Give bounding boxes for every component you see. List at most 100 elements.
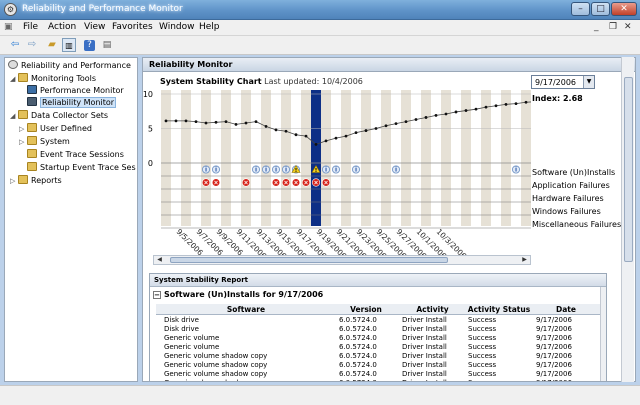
day-column[interactable] (191, 90, 201, 226)
day-column[interactable] (521, 90, 531, 226)
table-cell: Success (468, 361, 497, 369)
mdi-close-button[interactable]: ✕ (624, 22, 632, 32)
properties-icon[interactable]: ▤ (100, 38, 114, 52)
collapse-arrow-icon[interactable]: ◢ (10, 112, 18, 120)
col-activity[interactable]: Activity (401, 305, 464, 314)
collapse-arrow-icon[interactable]: ◢ (10, 75, 18, 83)
day-column[interactable] (491, 90, 501, 226)
col-software[interactable]: Software (156, 305, 336, 314)
day-column[interactable] (231, 90, 241, 226)
stability-chart[interactable]: 1050 iiiiiiiiiiii!!××××××××× 9/5/20069/7… (143, 90, 531, 255)
day-column[interactable] (221, 90, 231, 226)
expand-arrow-icon[interactable]: ▷ (19, 125, 27, 133)
install-info-glyph: i (285, 167, 287, 174)
day-column[interactable] (321, 90, 331, 226)
table-row[interactable]: Disk drive 6.0.5724.0 Driver Install Succes… (156, 325, 602, 334)
table-row[interactable]: Generic volume shadow copy 6.0.5724.0 Driv… (156, 352, 602, 361)
table-row[interactable]: Generic volume shadow copy 6.0.5724.0 Driv… (156, 361, 602, 370)
panel-vertical-scrollbar[interactable] (621, 57, 634, 382)
menu-file[interactable]: File (23, 22, 38, 32)
up-folder-icon[interactable]: ▰ (45, 38, 59, 52)
day-column[interactable] (481, 90, 491, 226)
data-point (374, 127, 378, 130)
day-column[interactable] (341, 90, 351, 226)
menu-view[interactable]: View (84, 22, 105, 32)
tree-item-system[interactable]: ▷ System (19, 136, 70, 146)
scroll-right-icon[interactable]: ▶ (520, 256, 529, 264)
install-info-glyph: i (205, 167, 207, 174)
data-point (234, 122, 238, 126)
system-menu-icon[interactable]: ▣ (4, 22, 13, 32)
chevron-down-icon[interactable]: ▼ (583, 76, 594, 88)
tree-item-performance-monitor[interactable]: Performance Monitor (27, 85, 124, 95)
menu-favorites[interactable]: Favorites (112, 22, 153, 32)
menu-help[interactable]: Help (199, 22, 220, 32)
tree-item-reliability-monitor[interactable]: Reliability Monitor (27, 97, 117, 108)
mdi-restore-button[interactable]: ❐ (609, 22, 617, 32)
day-column[interactable] (301, 90, 311, 226)
col-version[interactable]: Version (336, 305, 396, 314)
day-column[interactable] (381, 90, 391, 226)
expand-arrow-icon[interactable]: ▷ (10, 177, 18, 185)
tree-item-monitoring-tools[interactable]: ◢ Monitoring Tools (10, 73, 96, 83)
day-column[interactable] (241, 90, 251, 226)
day-column[interactable] (501, 90, 511, 226)
tree-item-data-collector-sets[interactable]: ◢ Data Collector Sets (10, 110, 108, 120)
menu-action[interactable]: Action (48, 22, 76, 32)
scroll-left-icon[interactable]: ◀ (155, 256, 164, 264)
day-column[interactable] (441, 90, 451, 226)
day-column[interactable] (281, 90, 291, 226)
tree-item-reports[interactable]: ▷ Reports (10, 175, 62, 185)
menu-window[interactable]: Window (159, 22, 195, 32)
day-column[interactable] (251, 90, 261, 226)
date-dropdown[interactable]: 9/17/2006 ▼ (531, 75, 595, 89)
forward-arrow-icon[interactable]: ⇨ (25, 38, 39, 52)
minimize-button[interactable]: – (571, 2, 590, 16)
day-column[interactable] (351, 90, 361, 226)
day-column[interactable] (401, 90, 411, 226)
selected-day-column[interactable] (311, 90, 321, 226)
mdi-minimize-button[interactable]: _ (594, 22, 599, 32)
help-icon[interactable]: ? (84, 40, 95, 51)
day-column[interactable] (421, 90, 431, 226)
tree-item-root[interactable]: Reliability and Performance (8, 60, 131, 70)
show-hide-tree-icon[interactable]: ▥ (62, 38, 76, 52)
report-section-header[interactable]: − Software (Un)Installs for 9/17/2006 (150, 289, 606, 302)
day-column[interactable] (511, 90, 521, 226)
col-activity-status[interactable]: Activity Status (464, 305, 534, 314)
navigation-tree: Reliability and Performance ◢ Monitoring … (4, 57, 138, 382)
day-column[interactable] (451, 90, 461, 226)
report-vertical-scrollbar[interactable] (600, 287, 606, 381)
day-column[interactable] (291, 90, 301, 226)
day-column[interactable] (271, 90, 281, 226)
day-column[interactable] (201, 90, 211, 226)
day-column[interactable] (361, 90, 371, 226)
day-column[interactable] (331, 90, 341, 226)
scrollbar-thumb[interactable] (624, 77, 633, 262)
day-column[interactable] (171, 90, 181, 226)
tree-item-event-trace-sessions[interactable]: Event Trace Sessions (27, 149, 124, 159)
tree-item-startup-event-trace[interactable]: Startup Event Trace Ses (27, 162, 136, 172)
chart-horizontal-scrollbar[interactable]: ◀ ▶ (153, 255, 531, 265)
day-column[interactable] (371, 90, 381, 226)
scrollbar-thumb[interactable] (170, 257, 448, 263)
maximize-button[interactable]: □ (591, 2, 610, 16)
close-button[interactable]: ✕ (611, 2, 637, 16)
day-column[interactable] (181, 90, 191, 226)
day-column[interactable] (391, 90, 401, 226)
day-column[interactable] (261, 90, 271, 226)
back-arrow-icon[interactable]: ⇦ (8, 38, 22, 52)
day-column[interactable] (211, 90, 221, 226)
table-row[interactable]: Generic volume shadow copy 6.0.5724.0 Driv… (156, 370, 602, 379)
collapse-icon[interactable]: − (153, 291, 161, 299)
tree-item-user-defined[interactable]: ▷ User Defined (19, 123, 92, 133)
table-row[interactable]: Generic volume 6.0.5724.0 Driver Install Su… (156, 334, 602, 343)
table-row[interactable]: Disk drive 6.0.5724.0 Driver Install Succes… (156, 316, 602, 325)
table-row[interactable]: Generic volume 6.0.5724.0 Driver Install Su… (156, 343, 602, 352)
day-column[interactable] (161, 90, 171, 226)
col-date[interactable]: Date (534, 305, 598, 314)
day-column[interactable] (411, 90, 421, 226)
day-column[interactable] (431, 90, 441, 226)
table-row[interactable]: Generic volume shadow copy 6.0.5724.0 Driv… (156, 379, 602, 381)
expand-arrow-icon[interactable]: ▷ (19, 138, 27, 146)
